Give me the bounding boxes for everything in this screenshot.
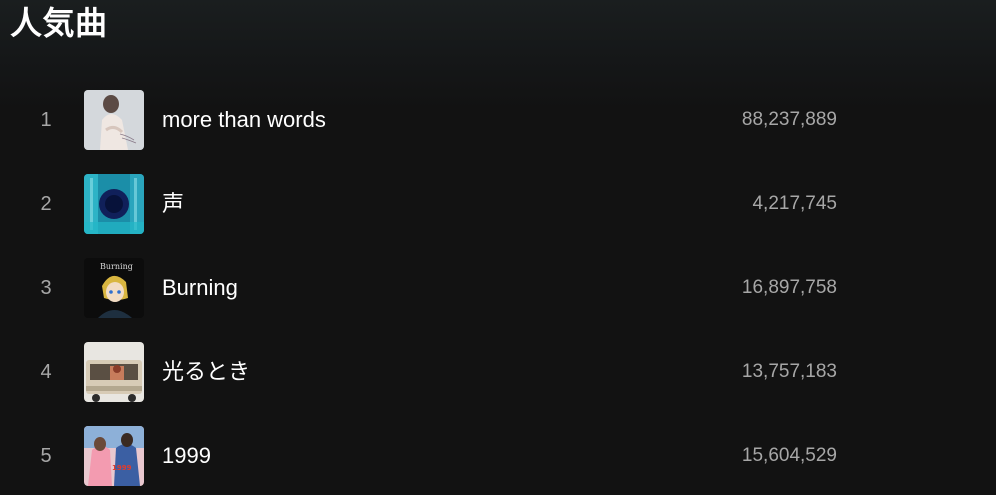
track-number: 1 <box>40 109 52 131</box>
play-count: 88,237,889 <box>741 109 837 130</box>
album-cover-image[interactable] <box>84 90 144 150</box>
popular-tracks-section: 人気曲 1 more than words 88,237,889 2 声 4,2… <box>0 0 996 495</box>
track-number: 5 <box>40 445 52 467</box>
track-title[interactable]: Burning <box>162 273 238 303</box>
track-title[interactable]: 声 <box>162 189 184 219</box>
play-count: 16,897,758 <box>741 277 837 298</box>
album-cover-image[interactable] <box>84 342 144 402</box>
cover-text: Burning <box>100 262 133 271</box>
track-row[interactable]: 3 Burning Burning 16,897,758 <box>0 246 996 330</box>
track-list: 1 more than words 88,237,889 2 声 4,217,7… <box>0 78 996 495</box>
track-row[interactable]: 4 光るとき 13,757,183 <box>0 330 996 414</box>
track-number: 3 <box>40 277 52 299</box>
track-row[interactable]: 2 声 4,217,745 <box>0 162 996 246</box>
track-number: 2 <box>40 193 52 215</box>
track-title[interactable]: more than words <box>162 105 326 135</box>
album-cover-image[interactable] <box>84 174 144 234</box>
play-count: 4,217,745 <box>752 193 837 214</box>
track-row[interactable]: 5 1999 1999 15,604,529 <box>0 414 996 495</box>
track-number: 4 <box>40 361 52 383</box>
section-title: 人気曲 <box>10 5 108 41</box>
track-row[interactable]: 1 more than words 88,237,889 <box>0 78 996 162</box>
album-cover-image[interactable]: Burning <box>84 258 144 318</box>
album-cover-image[interactable]: 1999 <box>84 426 144 486</box>
cover-text: 1999 <box>112 464 132 472</box>
play-count: 13,757,183 <box>741 361 837 382</box>
play-count: 15,604,529 <box>741 445 837 466</box>
track-title[interactable]: 光るとき <box>162 357 250 387</box>
track-title[interactable]: 1999 <box>162 441 211 471</box>
